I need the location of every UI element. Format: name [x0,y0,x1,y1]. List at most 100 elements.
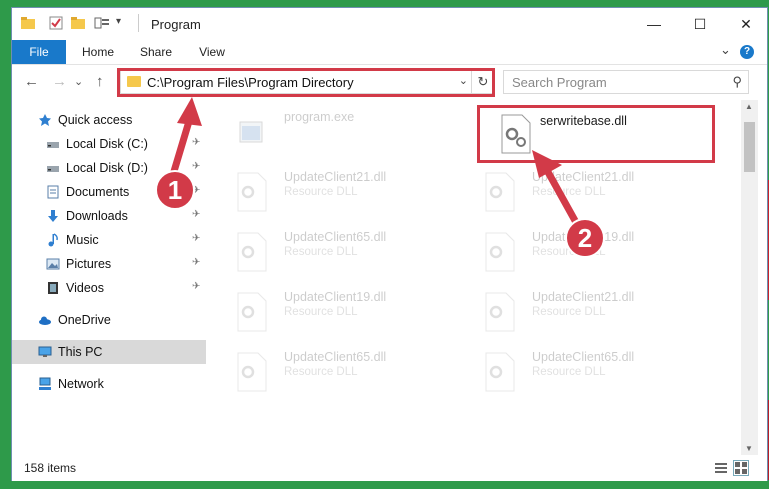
search-input[interactable]: Search Program ⚲ [503,70,749,94]
network-icon [39,377,51,390]
details-view-icon[interactable] [714,461,728,475]
videos-icon [48,282,58,294]
customize-toolbar-icon[interactable] [94,16,110,30]
navigation-pane: Quick access Local Disk (C:) ✈ Local Dis… [12,100,207,455]
sidebar-item-label: Music [66,233,99,247]
dll-file-icon [485,292,515,332]
pin-icon: ✈ [192,257,201,268]
dll-file-icon [485,352,515,392]
sidebar-item-label: Network [58,377,104,391]
ribbon-tabs: File Home Share View ⌄ ? [12,40,767,65]
vertical-scrollbar[interactable]: ▲ ▼ [741,100,758,455]
pin-icon: ✈ [192,281,201,292]
step-1-badge: 1 [155,170,195,210]
scroll-down-icon[interactable]: ▼ [745,444,753,453]
sidebar-item-network[interactable]: Network [12,372,206,396]
file-item[interactable]: UpdateClient19.dll Resource DLL [220,284,460,340]
music-icon [48,233,58,247]
file-description: Resource DLL [532,366,606,378]
expand-ribbon-icon[interactable]: ⌄ [720,42,731,58]
maximize-button[interactable]: ☐ [677,8,723,40]
scroll-up-icon[interactable]: ▲ [745,102,753,111]
file-name: UpdateClient65.dll [532,350,635,364]
search-icon[interactable]: ⚲ [732,74,742,90]
minimize-button[interactable]: — [631,8,677,40]
sidebar-item-pictures[interactable]: Pictures ✈ [12,252,206,276]
star-icon [39,114,51,126]
sidebar-item-label: OneDrive [58,313,111,327]
cloud-icon [39,316,51,325]
sidebar-item-label: Videos [66,281,104,295]
dll-file-icon [237,292,267,332]
file-item[interactable]: UpdateClient65.dll Resource DLL [220,224,460,280]
status-bar: 158 items [12,455,767,481]
dll-file-icon [237,232,267,272]
tab-view[interactable]: View [188,40,236,64]
pin-icon: ✈ [192,161,201,172]
scroll-thumb[interactable] [744,122,755,172]
address-bar-highlight [117,68,495,97]
file-item[interactable]: UpdateClient65.dll Resource DLL [220,344,460,400]
qat-dropdown-icon[interactable]: ▾ [116,16,121,27]
sidebar-item-onedrive[interactable]: OneDrive [12,308,206,332]
folder-icon [21,17,35,29]
pictures-icon [46,258,60,270]
forward-button[interactable]: → [52,73,67,90]
drive-icon [47,166,59,172]
sidebar-item-local-disk-c[interactable]: Local Disk (C:) ✈ [12,132,206,156]
new-folder-icon[interactable] [70,16,86,30]
sidebar-item-label: Pictures [66,257,112,271]
sidebar-item-quick-access[interactable]: Quick access [12,108,206,132]
pin-icon: ✈ [192,137,201,148]
sidebar-item-label: Local Disk (C:) [66,137,148,151]
dll-file-icon [237,352,267,392]
divider [138,14,139,32]
up-button[interactable]: ↑ [96,73,104,90]
drive-icon [47,142,59,148]
pin-icon: ✈ [192,209,201,220]
sidebar-item-music[interactable]: Music ✈ [12,228,206,252]
file-description: Resource DLL [284,366,358,378]
recent-locations-button[interactable]: ⌄ [74,75,83,88]
file-name: program.exe [284,110,355,124]
file-description: Resource DLL [532,186,606,198]
file-name: UpdateClient21.dll [284,170,387,184]
pin-icon: ✈ [192,233,201,244]
file-highlight [477,105,715,163]
file-item[interactable]: UpdateClient65.dll Resource DLL [468,344,708,400]
file-name: UpdateClient21.dll [532,170,635,184]
step-2-badge: 2 [565,218,605,258]
file-description: Resource DLL [284,246,358,258]
file-item[interactable]: UpdateClient21.dll Resource DLL [468,164,708,220]
file-item[interactable]: UpdateClient21.dll Resource DLL [220,164,460,220]
file-name: UpdateClient65.dll [284,230,387,244]
documents-icon [47,185,59,199]
sidebar-item-label: Documents [66,185,130,199]
exe-icon [239,121,263,143]
back-button[interactable]: ← [24,73,39,90]
search-placeholder: Search Program [512,75,607,90]
dll-file-icon [237,172,267,212]
file-description: Resource DLL [284,186,358,198]
title-bar: ▾ Program — ☐ ✕ [12,8,767,40]
computer-icon [38,346,52,357]
close-button[interactable]: ✕ [723,8,769,40]
dll-file-icon [485,232,515,272]
sidebar-item-label: Downloads [66,209,128,223]
file-description: Resource DLL [532,306,606,318]
tab-home[interactable]: Home [74,40,122,64]
file-name: UpdateClient65.dll [284,350,387,364]
sidebar-item-this-pc[interactable]: This PC [12,340,206,364]
help-icon[interactable]: ? [740,45,754,59]
file-description: Resource DLL [284,306,358,318]
dll-file-icon [485,172,515,212]
tab-share[interactable]: Share [132,40,180,64]
tab-file[interactable]: File [12,40,66,64]
file-item[interactable]: program.exe [220,104,460,160]
sidebar-item-videos[interactable]: Videos ✈ [12,276,206,300]
large-icons-view-icon[interactable] [733,460,749,476]
file-name: UpdateClient21.dll [532,290,635,304]
properties-icon[interactable] [48,16,64,30]
file-name: UpdateClient19.dll [284,290,387,304]
file-item[interactable]: UpdateClient21.dll Resource DLL [468,284,708,340]
